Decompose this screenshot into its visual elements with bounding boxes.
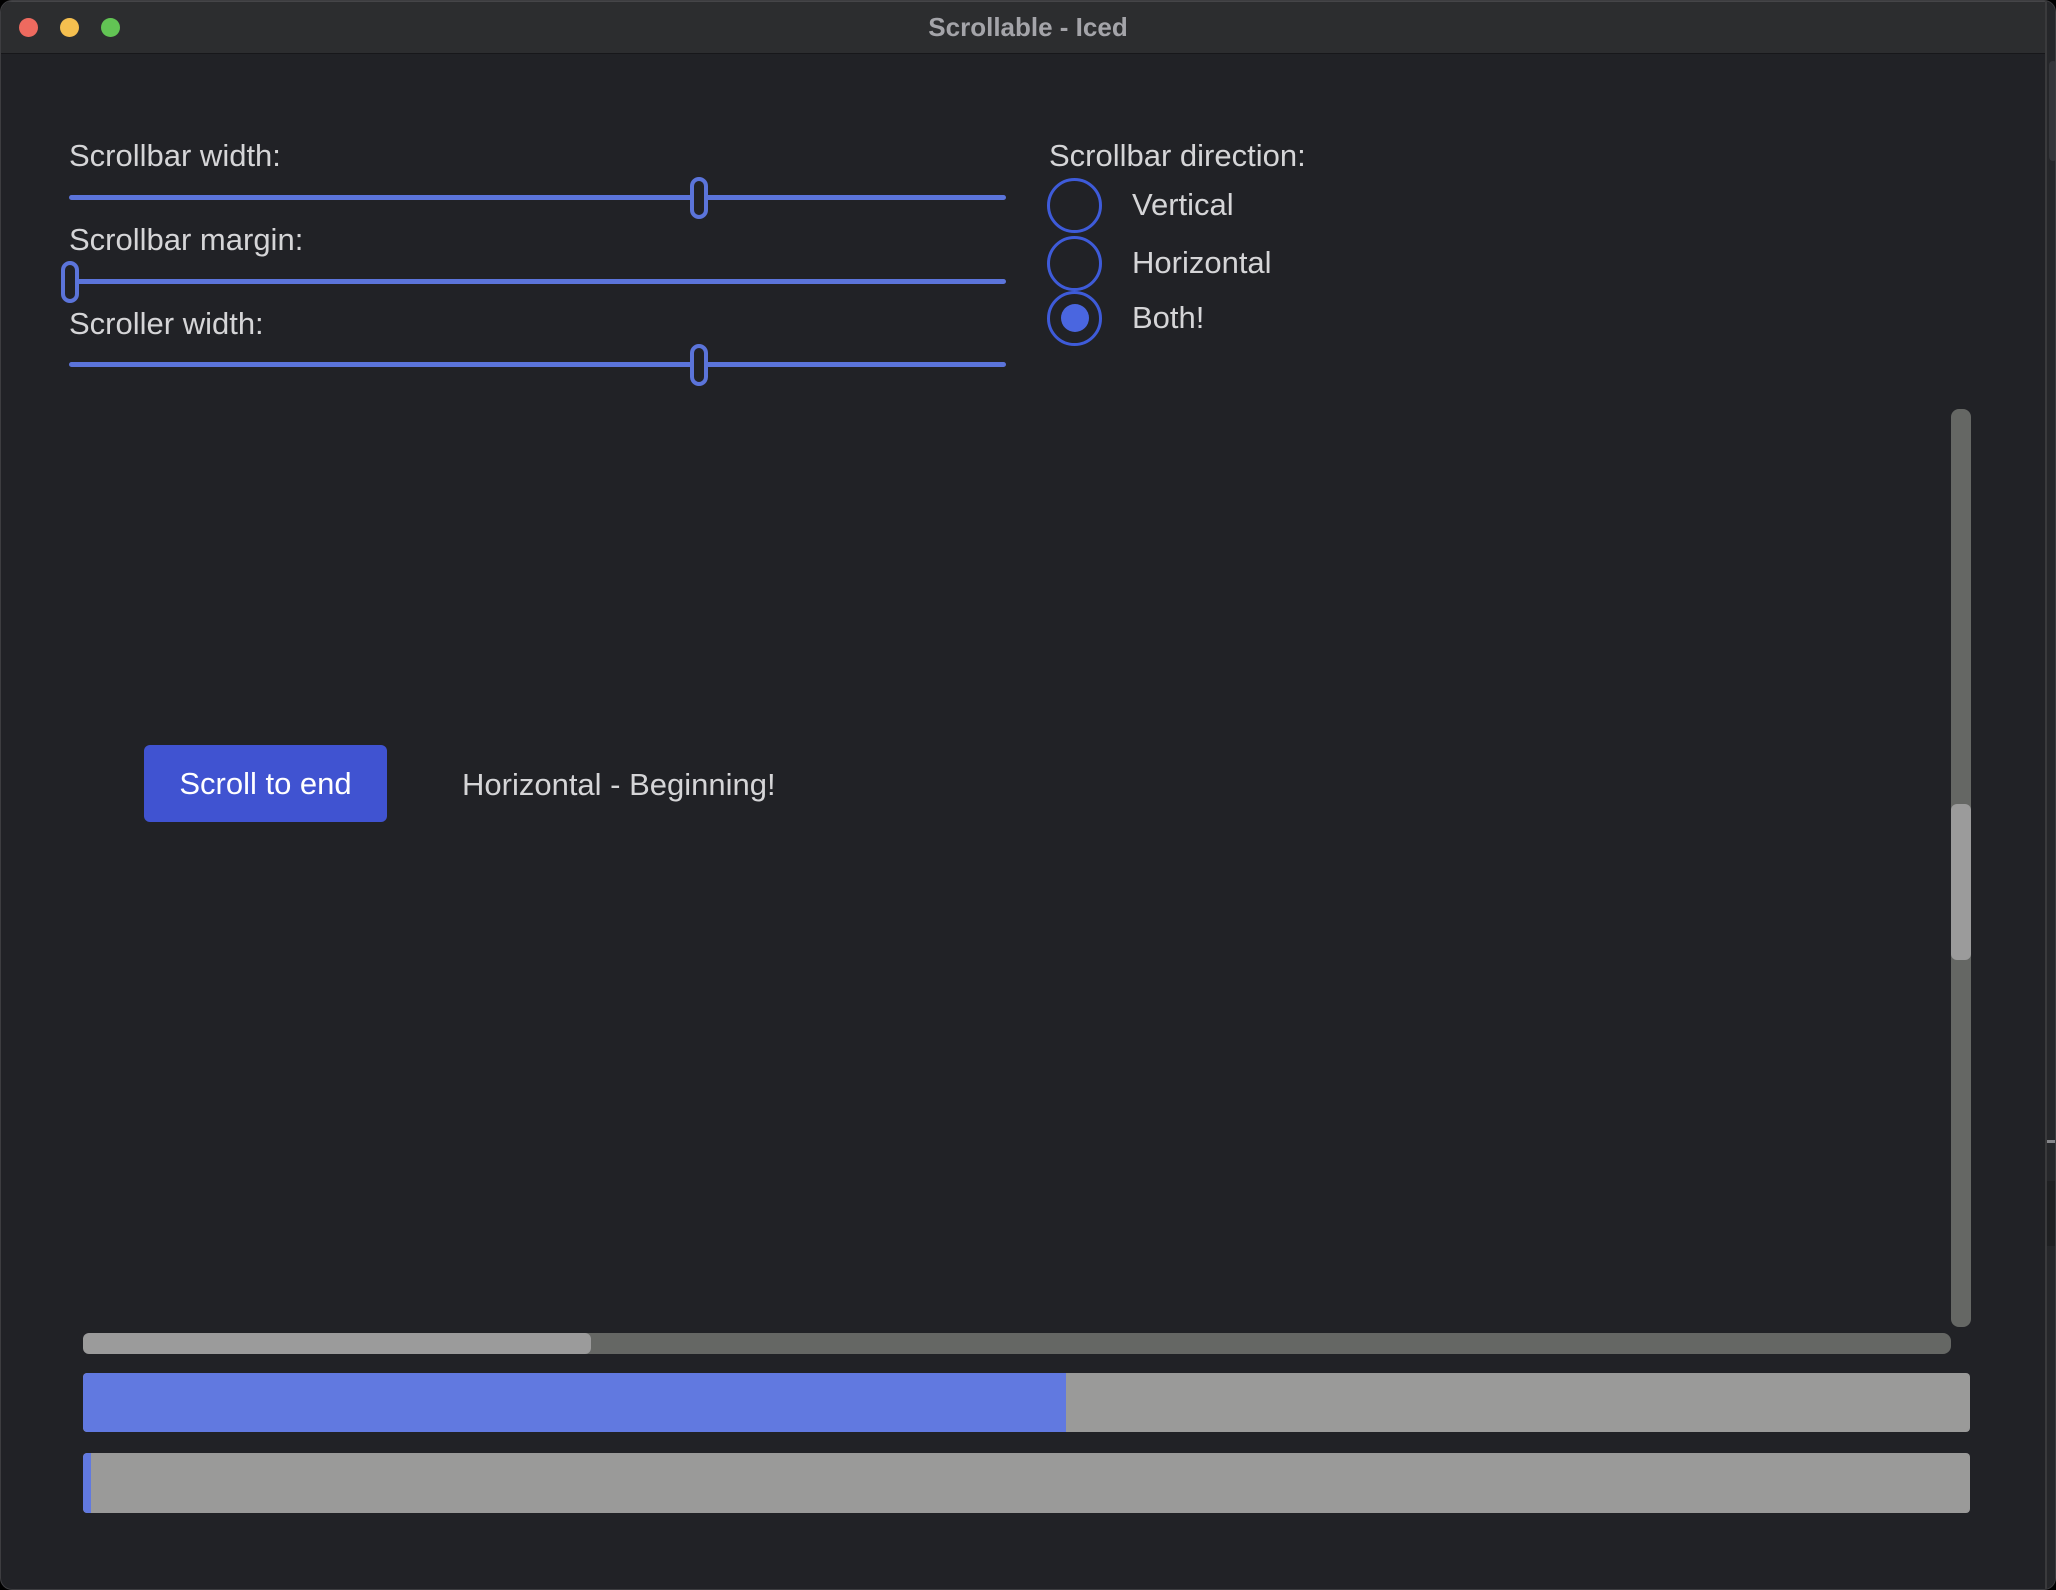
slider-track[interactable]: [69, 195, 1006, 200]
scrollbar-margin-label: Scrollbar margin:: [69, 222, 303, 258]
horizontal-scrollbar-rail[interactable]: [83, 1333, 1951, 1354]
radio-icon[interactable]: [1047, 178, 1102, 233]
horizontal-scrollbar-thumb[interactable]: [83, 1333, 591, 1354]
os-scrollbar-thumb[interactable]: [2049, 61, 2056, 161]
slider-track[interactable]: [69, 279, 1006, 284]
scrollbar-direction-label: Scrollbar direction:: [1049, 138, 1306, 174]
title-bar: Scrollable - Iced: [1, 1, 2055, 54]
vertical-progress-fill: [83, 1373, 1066, 1432]
os-scrollbar-gutter: [2047, 1, 2056, 1589]
slider-handle[interactable]: [690, 344, 708, 386]
horizontal-progress-bar: [83, 1453, 1970, 1513]
radio-option-horizontal[interactable]: Horizontal: [1047, 235, 1272, 291]
radio-option-both[interactable]: Both!: [1047, 290, 1204, 346]
vertical-scrollbar-thumb[interactable]: [1951, 804, 1971, 960]
scroller-width-label: Scroller width:: [69, 306, 264, 342]
slider-track[interactable]: [69, 362, 1006, 367]
radio-icon[interactable]: [1047, 236, 1102, 291]
scroll-to-end-button[interactable]: Scroll to end: [144, 745, 387, 822]
radio-option-label: Both!: [1132, 300, 1204, 336]
scroll-status-text: Horizontal - Beginning!: [462, 767, 776, 803]
slider-handle[interactable]: [690, 177, 708, 219]
scrollbar-margin-slider[interactable]: [69, 261, 1006, 303]
radio-option-label: Vertical: [1132, 187, 1234, 223]
radio-dot: [1061, 304, 1089, 332]
os-scrollbar-shadow: [2047, 1181, 2056, 1246]
app-window: Scrollable - Iced Scrollbar width: Scrol…: [0, 0, 2056, 1590]
scroller-width-slider[interactable]: [69, 344, 1006, 386]
vertical-progress-bar: [83, 1373, 1970, 1432]
window-title: Scrollable - Iced: [1, 1, 2055, 53]
radio-option-label: Horizontal: [1132, 245, 1272, 281]
radio-selected-icon[interactable]: [1047, 291, 1102, 346]
scrollbar-width-label: Scrollbar width:: [69, 138, 281, 174]
horizontal-progress-fill: [83, 1453, 91, 1513]
scrollbar-width-slider[interactable]: [69, 177, 1006, 219]
radio-option-vertical[interactable]: Vertical: [1047, 177, 1234, 233]
vertical-scrollbar-rail[interactable]: [1951, 409, 1971, 1327]
slider-handle[interactable]: [61, 261, 79, 303]
os-scrollbar-divider: [2047, 1140, 2056, 1143]
